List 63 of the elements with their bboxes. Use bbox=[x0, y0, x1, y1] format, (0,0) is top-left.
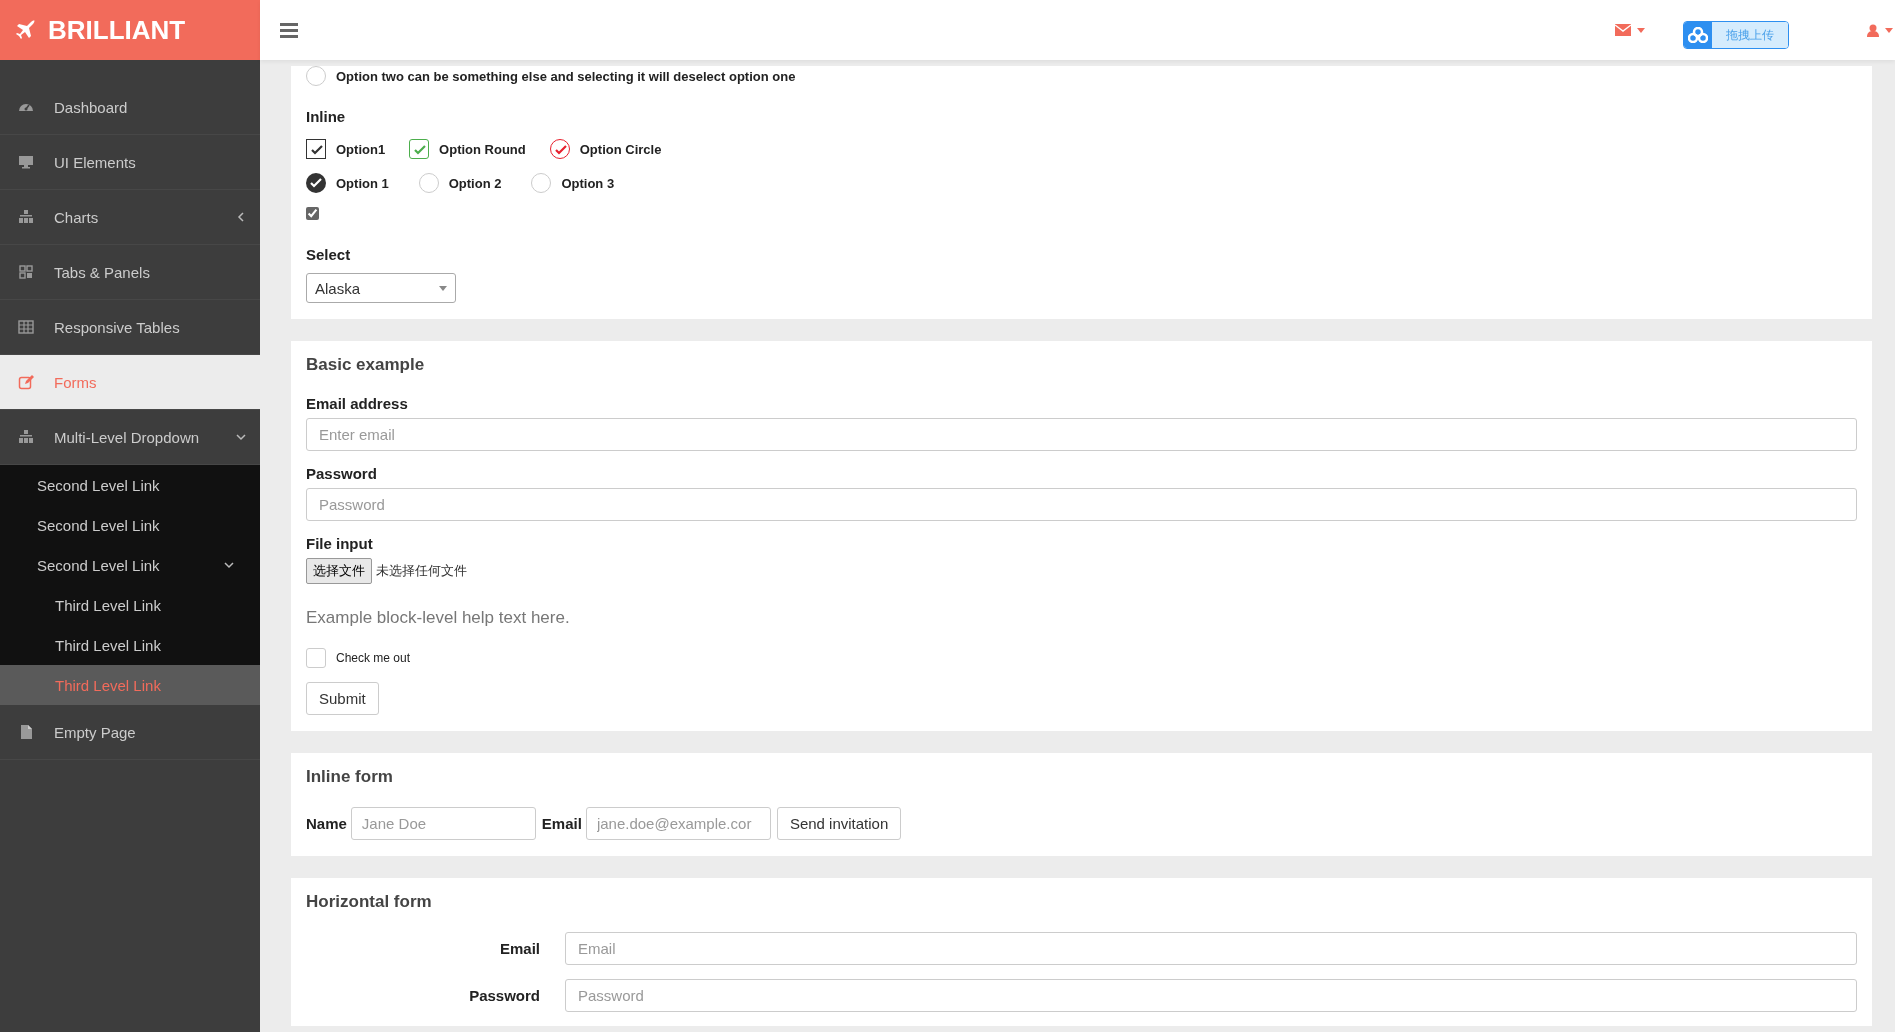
cloud-icon bbox=[1688, 27, 1708, 43]
checkbox-label: Option Round bbox=[439, 141, 526, 157]
monitor-icon bbox=[18, 154, 34, 170]
sidebar-item[interactable]: UI Elements bbox=[0, 135, 260, 190]
send-invitation-button[interactable]: Send invitation bbox=[776, 807, 902, 840]
brand-name: BRILLIANT bbox=[48, 14, 186, 46]
submenu-item[interactable]: Second Level Link bbox=[0, 545, 260, 585]
input-field[interactable]: Password bbox=[565, 979, 1857, 1012]
menu-icon bbox=[280, 22, 298, 38]
file-status: 未选择任何文件 bbox=[376, 562, 467, 580]
section-label: Inline bbox=[306, 108, 347, 125]
sidebar-item[interactable]: Tabs & Panels bbox=[0, 245, 260, 300]
help-text: Example block-level help text here. bbox=[306, 608, 571, 628]
table-icon bbox=[18, 319, 34, 335]
choose-file-button[interactable]: 选择文件 bbox=[306, 558, 372, 584]
input-field[interactable]: jane.doe@example.cor bbox=[585, 807, 771, 840]
grid-icon bbox=[18, 264, 34, 280]
submenu-item[interactable]: Second Level Link bbox=[0, 465, 260, 505]
field-label: Select bbox=[306, 246, 352, 263]
caret-icon bbox=[439, 285, 447, 291]
checkbox[interactable] bbox=[306, 207, 319, 220]
field-label: File input bbox=[306, 535, 374, 552]
sidebar-item[interactable]: Empty Page bbox=[0, 705, 260, 760]
panel-title: Inline form bbox=[306, 767, 394, 787]
field-label: Password bbox=[468, 987, 540, 1004]
user-icon bbox=[1867, 23, 1879, 37]
sidebar-item[interactable]: Dashboard bbox=[0, 80, 260, 135]
panel-title: Basic example bbox=[306, 355, 426, 375]
field-label: Email address bbox=[306, 395, 409, 412]
sitemap-icon bbox=[18, 429, 34, 445]
caret-icon bbox=[1885, 27, 1893, 33]
field-label: Email bbox=[498, 940, 540, 957]
plane-icon bbox=[14, 18, 38, 42]
radio-button[interactable] bbox=[306, 173, 326, 193]
envelope-icon bbox=[1615, 24, 1631, 36]
checkbox-label: Check me out bbox=[336, 651, 411, 665]
radio-label: Option two can be something else and selecting it will deselect option one bbox=[336, 68, 796, 84]
menu-button[interactable] bbox=[280, 22, 298, 38]
input-field[interactable]: Enter email bbox=[306, 418, 1857, 451]
submenu-item[interactable]: Second Level Link bbox=[0, 505, 260, 545]
input-field[interactable]: Password bbox=[306, 488, 1857, 521]
file-icon bbox=[18, 724, 34, 740]
field-label: Password bbox=[306, 465, 378, 482]
field-label: Email bbox=[541, 815, 582, 832]
panel-title: Horizontal form bbox=[306, 892, 433, 912]
field-label: Name bbox=[306, 815, 347, 832]
sitemap-icon bbox=[18, 209, 34, 225]
edit-icon bbox=[18, 374, 34, 390]
submenu-item[interactable]: Third Level Link bbox=[0, 625, 260, 665]
input-field[interactable]: Jane Doe bbox=[350, 807, 536, 840]
checkbox-label: Option Circle bbox=[579, 141, 662, 157]
input-field[interactable]: Email bbox=[565, 932, 1857, 965]
checkbox[interactable] bbox=[409, 139, 430, 159]
radio-label: Option 3 bbox=[561, 175, 615, 191]
sidebar-item[interactable]: Charts bbox=[0, 190, 260, 245]
checkbox[interactable] bbox=[306, 139, 326, 159]
submenu-item[interactable]: Third Level Link bbox=[0, 585, 260, 625]
submit-button[interactable]: Submit bbox=[306, 682, 379, 715]
caret-icon bbox=[1637, 27, 1645, 33]
radio-label: Option 2 bbox=[448, 175, 502, 191]
checkbox-label: Option1 bbox=[336, 141, 386, 157]
select-dropdown[interactable]: Alaska bbox=[306, 273, 456, 303]
radio-label: Option 1 bbox=[336, 175, 389, 191]
